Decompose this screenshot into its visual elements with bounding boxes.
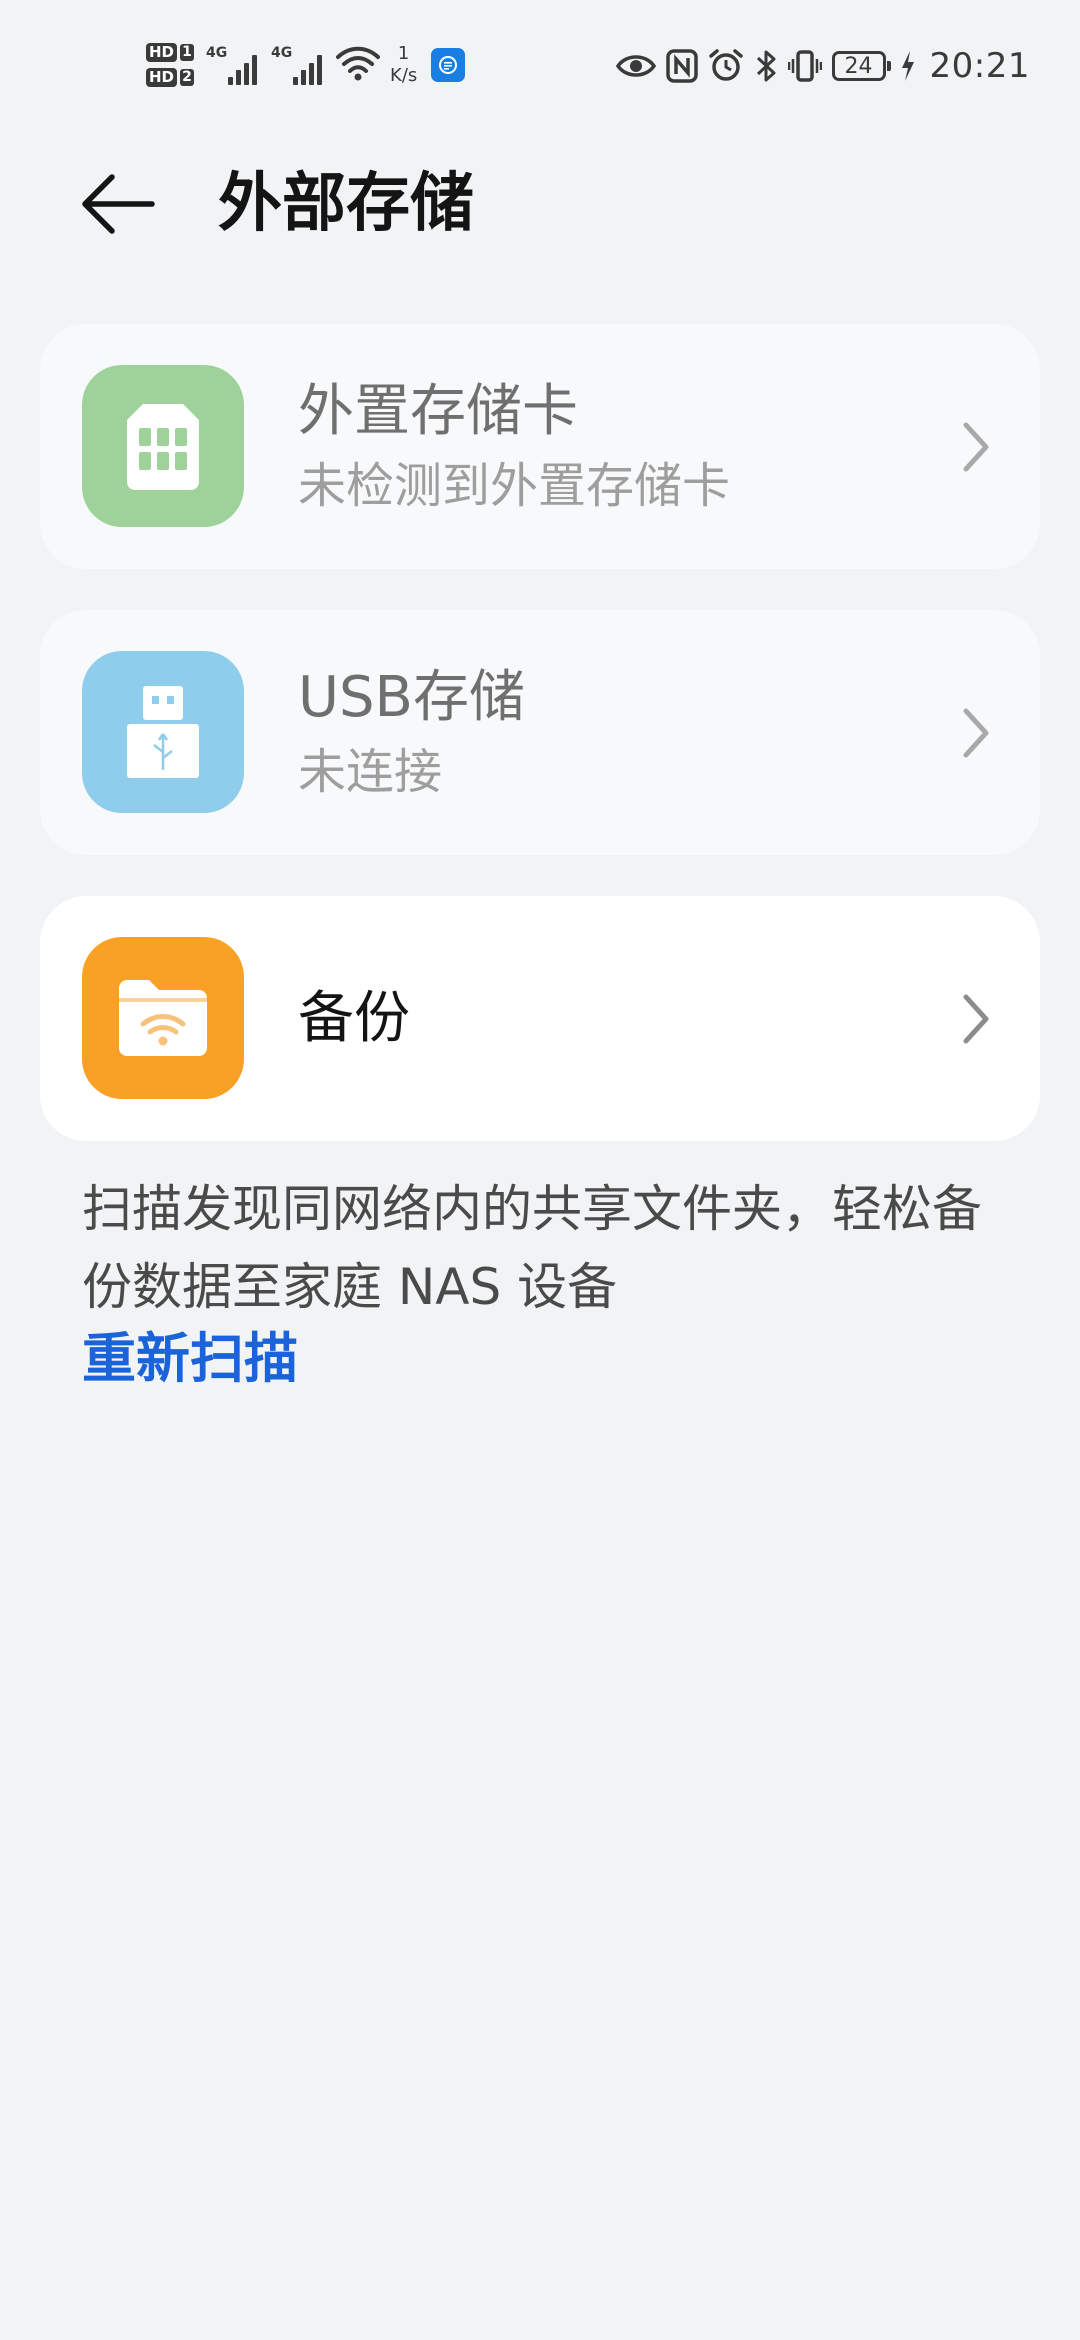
hd-badge-2: HD [146, 68, 178, 87]
speed-unit: K/s [390, 65, 418, 86]
battery-icon: 24 [831, 51, 891, 81]
network-type-1: 4G [206, 45, 228, 61]
back-button[interactable] [78, 166, 168, 246]
usb-storage-item[interactable]: USB存储 未连接 [40, 610, 1040, 855]
sd-card-title: 外置存储卡 [298, 378, 578, 444]
back-arrow-icon [78, 169, 158, 243]
charging-icon [900, 50, 916, 82]
network-type-2: 4G [271, 45, 293, 61]
signal-1-icon: 4G [206, 45, 258, 85]
status-right: 24 20:21 [615, 38, 1030, 94]
external-sd-card-item[interactable]: 外置存储卡 未检测到外置存储卡 [40, 324, 1040, 569]
usb-status: 未连接 [298, 743, 443, 800]
status-bar: HD 1 HD 2 4G 4G 1 K/s 24 20:21 [0, 0, 1080, 132]
chevron-right-icon [963, 422, 989, 471]
nfc-icon [665, 49, 698, 83]
sd-card-text: 外置存储卡 未检测到外置存储卡 [298, 324, 730, 569]
backup-description: 扫描发现同网络内的共享文件夹，轻松备份数据至家庭 NAS 设备 [82, 1180, 982, 1316]
backup-title: 备份 [298, 985, 410, 1051]
notification-app-icon [431, 48, 466, 82]
chevron-right-icon [963, 708, 989, 757]
battery-level: 24 [844, 53, 873, 79]
folder-wifi-icon [82, 937, 244, 1099]
wifi-icon [336, 45, 381, 85]
signal-2-icon: 4G [271, 45, 323, 85]
chevron-right-icon [963, 994, 989, 1043]
usb-icon [82, 651, 244, 813]
bluetooth-icon [754, 48, 778, 84]
network-speed: 1 K/s [390, 43, 417, 87]
alarm-icon [708, 48, 744, 84]
status-left: HD 1 HD 2 4G 4G 1 K/s [146, 30, 466, 100]
usb-text: USB存储 未连接 [298, 610, 525, 855]
eye-icon [615, 52, 656, 80]
title-bar: 外部存储 [0, 150, 1080, 260]
sim-2-label: 2 [180, 69, 195, 86]
vibrate-icon [787, 49, 822, 83]
usb-title: USB存储 [298, 664, 525, 730]
backup-item[interactable]: 备份 [40, 896, 1040, 1141]
backup-text: 备份 [298, 896, 410, 1141]
page-title: 外部存储 [218, 167, 474, 241]
rescan-link[interactable]: 重新扫描 [82, 1320, 298, 1398]
sim-1-label: 1 [180, 44, 195, 61]
speed-value: 1 [397, 43, 410, 64]
hd-badge-1: HD [146, 43, 178, 62]
sd-card-status: 未检测到外置存储卡 [298, 457, 731, 514]
hd-indicators: HD 1 HD 2 [146, 43, 195, 87]
clock: 20:21 [929, 46, 1030, 86]
sd-card-icon [82, 365, 244, 527]
